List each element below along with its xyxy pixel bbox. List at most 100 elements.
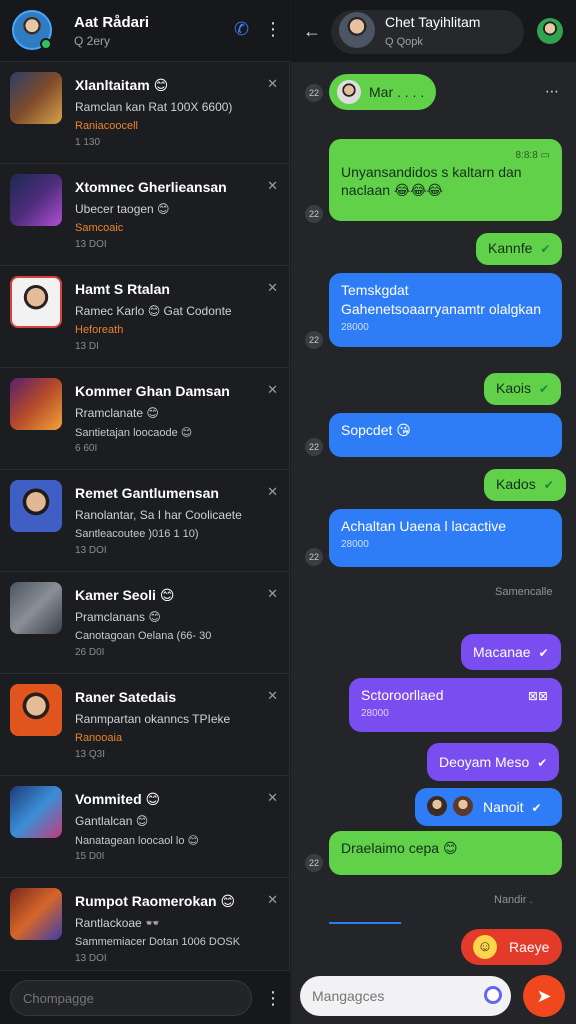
more-icon[interactable]: ⋯ bbox=[545, 84, 559, 98]
check-icon: ✔ bbox=[543, 478, 554, 492]
item-line: Ubecer taogen 😊 bbox=[75, 202, 170, 216]
send-button[interactable]: ➤ bbox=[523, 975, 565, 1017]
thumbnail bbox=[10, 378, 62, 430]
close-icon[interactable]: ✕ bbox=[267, 484, 278, 500]
item-line: Gantlalcan 😊 bbox=[75, 814, 149, 828]
list-item[interactable]: Kommer Ghan Damsan Rramclanate 😊 Santiet… bbox=[0, 368, 290, 470]
item-meta: 13 DOI bbox=[75, 545, 107, 556]
item-name: Xtomnec Gherlieansan bbox=[75, 179, 227, 195]
contact-avatar[interactable] bbox=[339, 12, 375, 48]
message-bubble[interactable]: Deoyam Meso ✔ bbox=[427, 743, 560, 781]
list-item[interactable]: Kamer Seoli 😊 Pramclanans 😊 Canotagoan O… bbox=[0, 572, 290, 674]
message-composer: ➤ bbox=[291, 970, 576, 1024]
message-bubble[interactable]: Sctoroorllaed 28000 ⊠⊠ bbox=[349, 678, 562, 732]
chat-list-header: Aat Rådari Q 2ery ✆ ⋮ bbox=[0, 0, 290, 62]
timestamp-badge: 22 bbox=[305, 548, 323, 566]
check-icon: ✔ bbox=[539, 382, 550, 396]
list-item[interactable]: Vommited 😊 Gantlalcan 😊 Nanatagean looca… bbox=[0, 776, 290, 878]
check-icon: ✔ bbox=[538, 646, 549, 660]
list-item[interactable]: Raner Satedais Ranmpartan okanncs TPIeke… bbox=[0, 674, 290, 776]
contact-status: Q Qopk bbox=[385, 36, 423, 48]
message-text: Kados bbox=[496, 476, 536, 492]
list-item[interactable]: Xlanltaitam 😊 Ramclan kan Rat 100X 6600)… bbox=[0, 62, 290, 164]
status-note: Nandir . bbox=[494, 894, 533, 906]
divider bbox=[329, 922, 401, 924]
close-icon[interactable]: ✕ bbox=[267, 280, 278, 296]
item-meta: 13 DOI bbox=[75, 239, 107, 250]
item-subline: Nanatagean loocaol lo 😊 bbox=[75, 835, 199, 847]
phone-icon[interactable]: ✆ bbox=[234, 20, 249, 38]
close-icon[interactable]: ✕ bbox=[267, 178, 278, 194]
item-subline: Samcoaic bbox=[75, 222, 124, 234]
pinned-text: Mar . . . . bbox=[369, 84, 425, 100]
message-bubble[interactable]: Achaltan Uaena l lacactive 28000 bbox=[329, 509, 562, 567]
close-icon[interactable]: ✕ bbox=[267, 688, 278, 704]
search-input[interactable] bbox=[10, 980, 252, 1016]
message-bubble[interactable]: Temskgdat Gahenetsoaarryanamtr olalgkan … bbox=[329, 273, 562, 347]
contact-name: Chet Tayihlitam bbox=[385, 14, 481, 30]
more-icon[interactable]: ⋮ bbox=[264, 989, 282, 1007]
conversation-header: ← Chet Tayihlitam Q Qopk bbox=[291, 0, 576, 62]
list-item[interactable]: Rumpot Raomerokan 😊 Rantlackoae 👓 Sammem… bbox=[0, 878, 290, 970]
timestamp-badge: 22 bbox=[305, 331, 323, 349]
message-text: Raeye bbox=[509, 939, 550, 955]
item-subline: Heforeath bbox=[75, 324, 124, 336]
message-text: Sopcdet 😘 bbox=[341, 422, 411, 438]
item-line: Ranolantar, Sa I har Coolicaete bbox=[75, 508, 242, 522]
message-time: 28000 bbox=[361, 707, 389, 719]
close-icon[interactable]: ✕ bbox=[267, 382, 278, 398]
message-bubble[interactable]: Sopcdet 😘 bbox=[329, 413, 562, 457]
thumbnail bbox=[10, 582, 62, 634]
item-meta: 1 130 bbox=[75, 137, 101, 148]
thumbnail bbox=[10, 888, 62, 940]
close-icon[interactable]: ✕ bbox=[267, 586, 278, 602]
back-arrow-icon[interactable]: ← bbox=[303, 22, 321, 40]
chat-list-panel: Aat Rådari Q 2ery ✆ ⋮ Xlanltaitam 😊 Ramc… bbox=[0, 0, 290, 1024]
item-name: Remet Gantlumensan bbox=[75, 485, 219, 501]
image-icon: ⊠⊠ bbox=[527, 689, 548, 703]
item-subline: Sammemiacer Dotan 1006 DOSK bbox=[75, 936, 241, 948]
avatar bbox=[427, 796, 447, 816]
check-icon: ✔ bbox=[537, 756, 548, 770]
close-icon[interactable]: ✕ bbox=[267, 892, 278, 908]
close-icon[interactable]: ✕ bbox=[267, 790, 278, 806]
chat-list: Xlanltaitam 😊 Ramclan kan Rat 100X 6600)… bbox=[0, 62, 290, 970]
message-bubble[interactable]: 8:8:8 ▭ Unyansandidos s kaltarn dan nacl… bbox=[329, 139, 562, 221]
message-bubble[interactable]: Kaois ✔ bbox=[484, 373, 562, 405]
close-icon[interactable]: ✕ bbox=[267, 76, 278, 92]
message-bubble[interactable]: Kados ✔ bbox=[484, 469, 566, 501]
thumbnail bbox=[10, 480, 62, 532]
item-meta: 6 60I bbox=[75, 443, 98, 454]
list-item[interactable]: Remet Gantlumensan Ranolantar, Sa I har … bbox=[0, 470, 290, 572]
item-meta: 26 D0I bbox=[75, 647, 105, 658]
message-text: Temskgdat Gahenetsoaarryanamtr olalgkan bbox=[341, 282, 542, 317]
item-line: Rantlackoae 👓 bbox=[75, 916, 160, 930]
check-icon: ✔ bbox=[540, 242, 551, 256]
item-subline: Ranooaia bbox=[75, 732, 123, 744]
item-name: Raner Satedais bbox=[75, 689, 177, 705]
avatar[interactable] bbox=[537, 18, 563, 44]
mic-icon[interactable] bbox=[484, 986, 502, 1004]
more-icon[interactable]: ⋮ bbox=[264, 20, 282, 38]
timestamp-badge: 22 bbox=[305, 84, 323, 102]
message-text: Sctoroorllaed bbox=[361, 687, 444, 703]
list-item[interactable]: Xtomnec Gherlieansan Ubecer taogen 😊 Sam… bbox=[0, 164, 290, 266]
search-label[interactable]: Q 2ery bbox=[74, 34, 110, 48]
item-meta: 15 D0I bbox=[75, 851, 105, 862]
smile-icon: ☺ bbox=[473, 935, 497, 959]
thumbnail bbox=[10, 174, 62, 226]
message-bubble[interactable]: Draelaimo cepa 😊 bbox=[329, 831, 562, 875]
conversation-panel: ← Chet Tayihlitam Q Qopk 22 Mar . . . . … bbox=[291, 0, 576, 1024]
message-bubble[interactable]: Kannfe ✔ bbox=[476, 233, 563, 265]
avatar bbox=[337, 80, 361, 104]
message-time: 28000 bbox=[341, 538, 369, 550]
message-input[interactable] bbox=[300, 976, 511, 1016]
item-name: Rumpot Raomerokan 😊 bbox=[75, 893, 236, 909]
list-item[interactable]: Hamt S Rtalan Ramec Karlo 😊 Gat Codonte … bbox=[0, 266, 290, 368]
timestamp-badge: 22 bbox=[305, 438, 323, 456]
system-note: Samencalle bbox=[495, 586, 553, 598]
message-bubble[interactable]: Macanae ✔ bbox=[461, 634, 561, 670]
item-meta: 13 DOI bbox=[75, 953, 107, 964]
thumbnail bbox=[10, 72, 62, 124]
check-icon: ✔ bbox=[531, 801, 542, 815]
